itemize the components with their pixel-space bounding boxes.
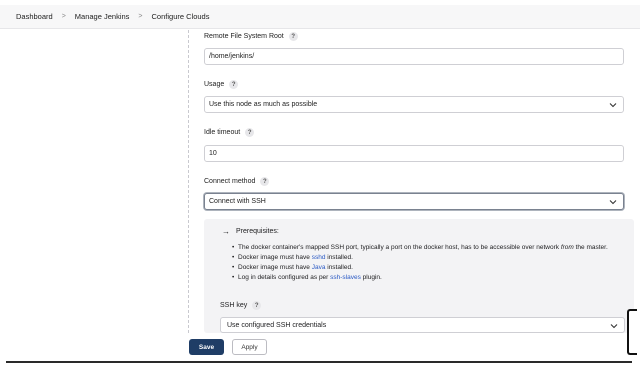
right-arrow-icon: → — [222, 227, 230, 236]
connect-method-label: Connect method ? — [204, 177, 270, 186]
section-divider — [188, 30, 189, 333]
help-icon[interactable]: ? — [260, 177, 270, 186]
usage-value: Use this node as much as possible — [209, 101, 318, 108]
ssh-slaves-link[interactable]: ssh-slaves — [330, 274, 361, 281]
remote-root-label: Remote File System Root ? — [204, 32, 298, 41]
list-item: The docker container's mapped SSH port, … — [232, 243, 622, 253]
apply-button[interactable]: Apply — [232, 339, 267, 355]
breadcrumb-manage-jenkins[interactable]: Manage Jenkins — [75, 12, 130, 21]
usage-select[interactable]: Use this node as much as possible — [204, 96, 624, 113]
sshd-link[interactable]: sshd — [312, 254, 326, 261]
idle-timeout-input[interactable]: 10 — [204, 145, 624, 162]
remote-root-input[interactable]: /home/jenkins/ — [204, 48, 624, 65]
help-icon[interactable]: ? — [252, 301, 262, 310]
help-icon[interactable]: ? — [288, 32, 298, 41]
help-icon[interactable]: ? — [229, 80, 239, 89]
ssh-key-label: SSH key ? — [220, 301, 262, 310]
bottom-action-bar — [6, 333, 632, 363]
list-item: Docker image must have sshd installed. — [232, 253, 622, 263]
prerequisites-title: Prerequisites: — [236, 228, 279, 235]
ssh-key-value: Use configured SSH credentials — [227, 321, 327, 329]
chevron-down-icon — [610, 324, 618, 329]
breadcrumb: Dashboard > Manage Jenkins > Configure C… — [0, 5, 640, 29]
idle-timeout-value: 10 — [209, 150, 217, 157]
list-item: Log in details configured as per ssh-sla… — [232, 273, 622, 283]
chevron-down-icon — [609, 200, 617, 205]
save-button[interactable]: Save — [189, 339, 224, 355]
breadcrumb-dashboard[interactable]: Dashboard — [16, 12, 53, 21]
ssh-key-select[interactable]: Use configured SSH credentials — [220, 317, 625, 333]
usage-label: Usage ? — [204, 80, 239, 89]
prerequisites-list: The docker container's mapped SSH port, … — [232, 243, 622, 283]
prerequisites-heading: → Prerequisites: — [222, 227, 279, 236]
breadcrumb-configure-clouds[interactable]: Configure Clouds — [152, 12, 210, 21]
window-edge-frame — [627, 309, 637, 355]
java-link[interactable]: Java — [312, 264, 326, 271]
chevron-down-icon — [609, 103, 617, 108]
remote-root-value: /home/jenkins/ — [209, 53, 255, 60]
breadcrumb-separator: > — [61, 13, 66, 20]
idle-timeout-label: Idle timeout ? — [204, 128, 255, 137]
connect-method-select[interactable]: Connect with SSH — [204, 193, 624, 210]
breadcrumb-separator: > — [138, 13, 143, 20]
help-icon[interactable]: ? — [245, 128, 255, 137]
list-item: Docker image must have Java installed. — [232, 263, 622, 273]
connect-method-value: Connect with SSH — [209, 198, 266, 205]
